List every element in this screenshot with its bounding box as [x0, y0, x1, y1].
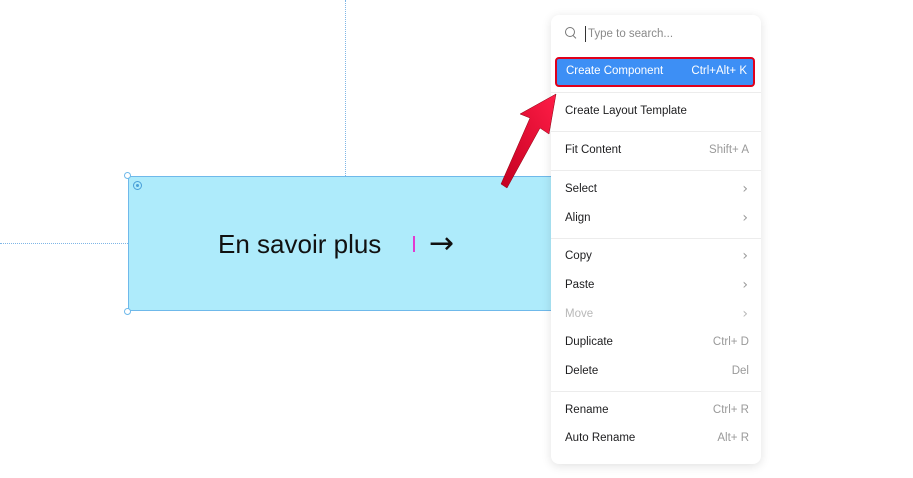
menu-item-label: Delete [565, 365, 599, 377]
text-cursor [413, 236, 415, 252]
menu-item-fit-content[interactable]: Fit Content Shift+ A [551, 138, 761, 164]
menu-item-shortcut: Ctrl+Alt+ K [691, 65, 747, 77]
menu-item-align[interactable]: Align › [551, 206, 761, 232]
arrow-pointer-icon [500, 93, 557, 189]
menu-item-label: Rename [565, 404, 609, 416]
menu-item-duplicate[interactable]: Duplicate Ctrl+ D [551, 330, 761, 356]
menu-item-create-layout-template[interactable]: Create Layout Template [551, 99, 761, 125]
menu-separator [551, 131, 761, 132]
resize-handle-top-left[interactable] [124, 172, 131, 179]
menu-item-label: Auto Rename [565, 432, 636, 444]
menu-item-label: Create Component [566, 65, 664, 77]
menu-item-shortcut: Shift+ A [709, 144, 749, 156]
frame-origin-icon [133, 181, 142, 190]
menu-separator [551, 170, 761, 171]
menu-item-move: Move › [551, 302, 761, 328]
menu-item-shortcut: Del [731, 365, 749, 377]
chevron-right-icon: › [742, 306, 748, 322]
menu-separator [551, 391, 761, 392]
menu-search [551, 15, 761, 53]
menu-item-paste[interactable]: Paste › [551, 273, 761, 299]
resize-handle-bottom-left[interactable] [124, 308, 131, 315]
menu-item-rename[interactable]: Rename Ctrl+ R [551, 398, 761, 424]
menu-item-label: Select [565, 183, 597, 195]
menu-item-label: Move [565, 308, 594, 320]
menu-item-shortcut: Ctrl+ R [712, 404, 749, 416]
context-menu: Create Component Ctrl+Alt+ K Create Layo… [551, 15, 761, 464]
menu-item-delete[interactable]: Delete Del [551, 359, 761, 385]
chevron-right-icon: › [742, 210, 748, 226]
horizontal-guide-line [0, 243, 128, 244]
menu-separator [551, 238, 761, 239]
menu-item-select[interactable]: Select › [551, 177, 761, 203]
menu-item-label: Fit Content [565, 144, 622, 156]
vertical-guide-line [345, 0, 346, 176]
chevron-right-icon: › [742, 277, 748, 293]
menu-item-label: Create Layout Template [565, 105, 687, 117]
search-icon [565, 27, 575, 37]
arrow-right-icon: → [429, 226, 455, 261]
search-input[interactable] [585, 26, 748, 42]
chevron-right-icon: › [742, 181, 748, 197]
menu-separator [551, 92, 761, 93]
menu-item-create-component[interactable]: Create Component Ctrl+Alt+ K [555, 57, 755, 87]
button-label-text[interactable]: En savoir plus [218, 226, 381, 262]
menu-item-label: Align [565, 212, 591, 224]
menu-item-label: Paste [565, 279, 595, 291]
menu-item-auto-rename[interactable]: Auto Rename Alt+ R [551, 426, 761, 452]
menu-item-shortcut: Alt+ R [717, 432, 749, 444]
chevron-right-icon: › [742, 248, 748, 264]
menu-item-label: Duplicate [565, 336, 613, 348]
menu-item-label: Copy [565, 250, 592, 262]
menu-item-shortcut: Ctrl+ D [712, 336, 749, 348]
menu-item-copy[interactable]: Copy › [551, 244, 761, 270]
